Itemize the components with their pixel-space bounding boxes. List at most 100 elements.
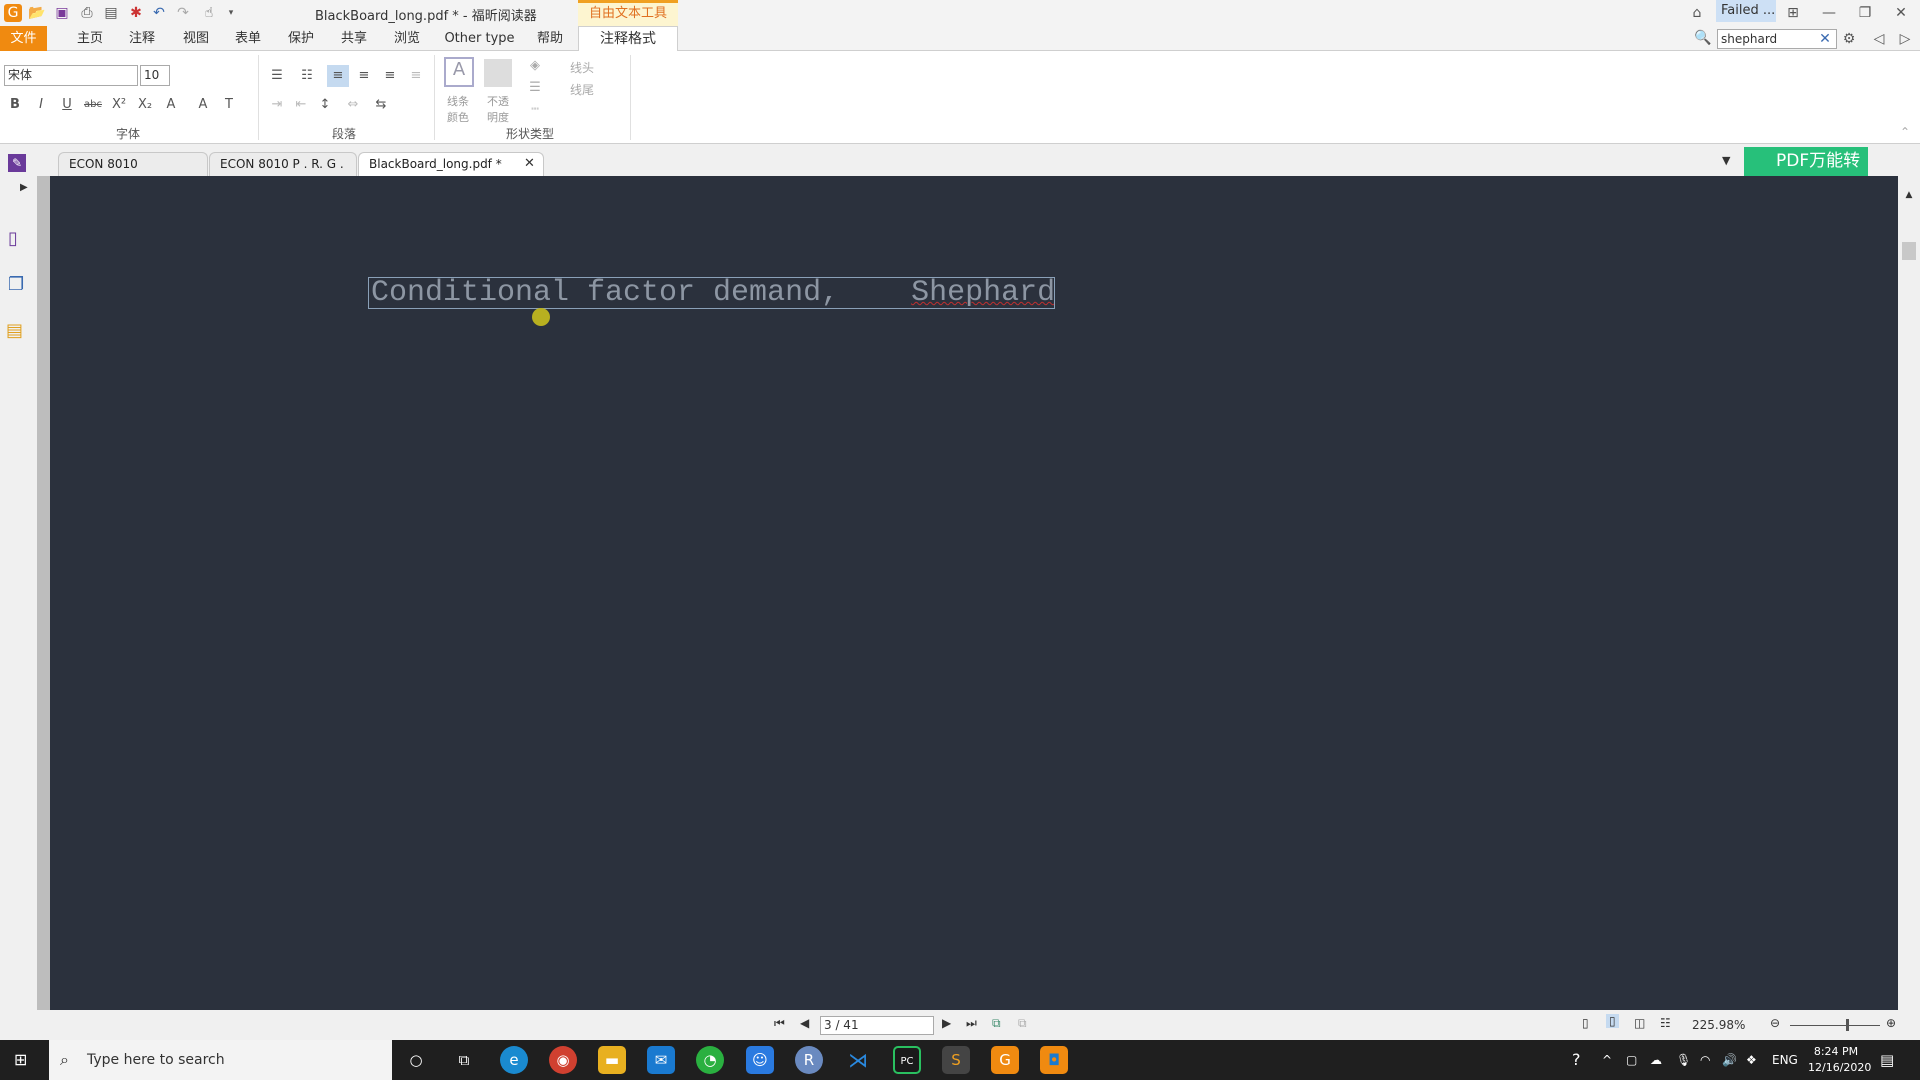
language-indicator[interactable]: ENG xyxy=(1772,1040,1798,1080)
meet-icon[interactable]: ▢ xyxy=(1626,1040,1637,1080)
continuous-page-icon[interactable]: ▯ xyxy=(1606,1014,1619,1028)
scrollbar-thumb[interactable] xyxy=(1902,242,1916,260)
close-tab-icon[interactable]: ✕ xyxy=(524,156,535,171)
comments-icon[interactable]: ▤ xyxy=(6,320,23,341)
customize-icon[interactable]: ▾ xyxy=(222,4,240,22)
menu-other-type[interactable]: Other type xyxy=(442,26,517,51)
tray-chevron-icon[interactable]: ^ xyxy=(1602,1040,1612,1080)
pycharm-icon[interactable]: PC xyxy=(893,1046,921,1074)
collapse-ribbon-icon[interactable]: ⌃ xyxy=(1900,125,1910,139)
file-explorer-icon[interactable]: ▬ xyxy=(598,1046,626,1074)
menu-file[interactable]: 文件 xyxy=(0,26,47,51)
properties-icon[interactable]: ▤ xyxy=(102,4,120,22)
facing-page-icon[interactable]: ◫ xyxy=(1634,1016,1645,1030)
sublime-icon[interactable]: S xyxy=(942,1046,970,1074)
strikethrough-icon[interactable]: abc xyxy=(82,94,104,116)
line-spacing-icon[interactable]: ↕ xyxy=(314,94,336,116)
fullscreen-icon[interactable]: ⊞ xyxy=(1784,4,1802,22)
task-view-icon[interactable]: ⧉ xyxy=(450,1046,478,1074)
next-page-icon[interactable]: ▶ xyxy=(942,1016,951,1030)
ab-spacing-icon[interactable]: ⇔ xyxy=(342,94,364,116)
first-page-icon[interactable]: ⏮ xyxy=(774,1016,785,1031)
vertical-scrollbar[interactable]: ▲ xyxy=(1898,176,1920,1010)
open-icon[interactable]: 📂 xyxy=(28,4,46,22)
minimize-icon[interactable]: — xyxy=(1820,4,1838,22)
menu-protect[interactable]: 保护 xyxy=(281,26,321,51)
previous-page-icon[interactable]: ◀ xyxy=(800,1016,809,1030)
remote-app-icon[interactable]: ◘ xyxy=(1040,1046,1068,1074)
chrome-icon[interactable]: ◉ xyxy=(549,1046,577,1074)
font-size-select[interactable]: 10 xyxy=(140,65,170,86)
line-style-icon[interactable]: ┅ xyxy=(524,99,546,121)
next-result-icon[interactable]: ▷ xyxy=(1896,30,1914,48)
align-center-icon[interactable]: ≡ xyxy=(353,65,375,87)
print-icon[interactable]: ⎙ xyxy=(78,4,96,22)
bold-icon[interactable]: B xyxy=(4,94,26,116)
single-page-icon[interactable]: ▯ xyxy=(1582,1016,1589,1030)
line-width-icon[interactable]: ☰ xyxy=(524,77,546,99)
dropbox-icon[interactable]: ❖ xyxy=(1746,1040,1757,1080)
line-head-button[interactable]: 线头 xyxy=(570,59,594,76)
panel-splitter[interactable] xyxy=(37,176,50,1010)
clear-search-icon[interactable]: ✕ xyxy=(1816,30,1834,48)
align-right-icon[interactable]: ≡ xyxy=(379,65,401,87)
subscript-icon[interactable]: X₂ xyxy=(134,94,156,116)
search-settings-icon[interactable]: ⚙ xyxy=(1840,30,1858,48)
menu-comment[interactable]: 注释 xyxy=(122,26,162,51)
edge-icon[interactable]: e xyxy=(500,1046,528,1074)
opacity-label[interactable]: 不透 明度 xyxy=(480,93,516,125)
restore-icon[interactable]: ❐ xyxy=(1856,4,1874,22)
font-select[interactable]: 宋体 xyxy=(4,65,138,86)
last-page-icon[interactable]: ⏭ xyxy=(966,1016,977,1031)
page-thumbnail-icon[interactable]: ▯ xyxy=(8,228,18,249)
next-view-icon[interactable]: ⧉ xyxy=(1018,1016,1027,1031)
justify-icon[interactable]: ≡ xyxy=(405,65,427,87)
menu-view[interactable]: 视图 xyxy=(176,26,216,51)
tab-list-dropdown-icon[interactable]: ▼ xyxy=(1722,154,1730,167)
failed-button[interactable]: Failed ... xyxy=(1716,0,1776,22)
new-icon[interactable]: ✱ xyxy=(127,4,145,22)
help-icon[interactable]: ? xyxy=(1572,1040,1581,1080)
undo-icon[interactable]: ↶ xyxy=(150,4,168,22)
menu-share[interactable]: 共享 xyxy=(334,26,374,51)
r-icon[interactable]: R xyxy=(795,1046,823,1074)
mail-icon[interactable]: ✉ xyxy=(647,1046,675,1074)
foxit-icon[interactable]: G xyxy=(991,1046,1019,1074)
page-number-input[interactable]: 3 / 41 xyxy=(820,1016,934,1035)
layers-icon[interactable]: ❐ xyxy=(8,274,24,295)
indent-icon[interactable]: ⇥ xyxy=(266,94,288,116)
underline-icon[interactable]: U xyxy=(56,94,78,116)
taskbar-search-input[interactable]: Type here to search xyxy=(49,1040,392,1080)
volume-icon[interactable]: 🔊 xyxy=(1722,1040,1737,1080)
previous-result-icon[interactable]: ◁ xyxy=(1870,30,1888,48)
superscript-icon[interactable]: X² xyxy=(108,94,130,116)
clock[interactable]: 8:24 PM 12/16/2020 xyxy=(1808,1044,1871,1076)
char-spacing-icon[interactable]: A xyxy=(192,94,214,116)
redo-icon[interactable]: ↷ xyxy=(174,4,192,22)
expand-panel-icon[interactable]: ▶ xyxy=(20,182,28,193)
notification-icon[interactable]: ⌂ xyxy=(1688,4,1706,22)
menu-browse[interactable]: 浏览 xyxy=(387,26,427,51)
windows-start-icon[interactable]: ⊞ xyxy=(14,1050,27,1069)
onedrive-icon[interactable]: ☁ xyxy=(1650,1040,1662,1080)
tab-econ-advanced[interactable]: ECON 8010 Advanced... xyxy=(58,152,208,193)
previous-view-icon[interactable]: ⧉ xyxy=(992,1016,1001,1031)
font-color-icon[interactable]: A xyxy=(160,94,182,116)
zoom-slider[interactable] xyxy=(1790,1025,1880,1026)
hand-tool-icon[interactable]: ☝ xyxy=(200,4,218,22)
wechat-icon[interactable]: ◔ xyxy=(696,1046,724,1074)
zoom-slider-thumb[interactable] xyxy=(1846,1019,1849,1031)
cortana-icon[interactable]: ○ xyxy=(402,1046,430,1074)
outdent-icon[interactable]: ⇤ xyxy=(290,94,312,116)
free-text-annotation[interactable]: Conditional factor demand, Shephard's le… xyxy=(368,277,1055,309)
zoom-out-icon[interactable]: ⊖ xyxy=(1770,1016,1780,1030)
align-left-icon[interactable]: ≡ xyxy=(327,65,349,87)
action-center-icon[interactable]: ▤ xyxy=(1880,1040,1894,1080)
save-icon[interactable]: ▣ xyxy=(53,4,71,22)
text-scale-icon[interactable]: T xyxy=(218,94,240,116)
menu-help[interactable]: 帮助 xyxy=(530,26,570,51)
line-color-icon[interactable]: A xyxy=(444,57,474,87)
italic-icon[interactable]: I xyxy=(30,94,52,116)
wifi-icon[interactable]: ◠ xyxy=(1700,1040,1710,1080)
opacity-icon[interactable] xyxy=(484,59,512,87)
